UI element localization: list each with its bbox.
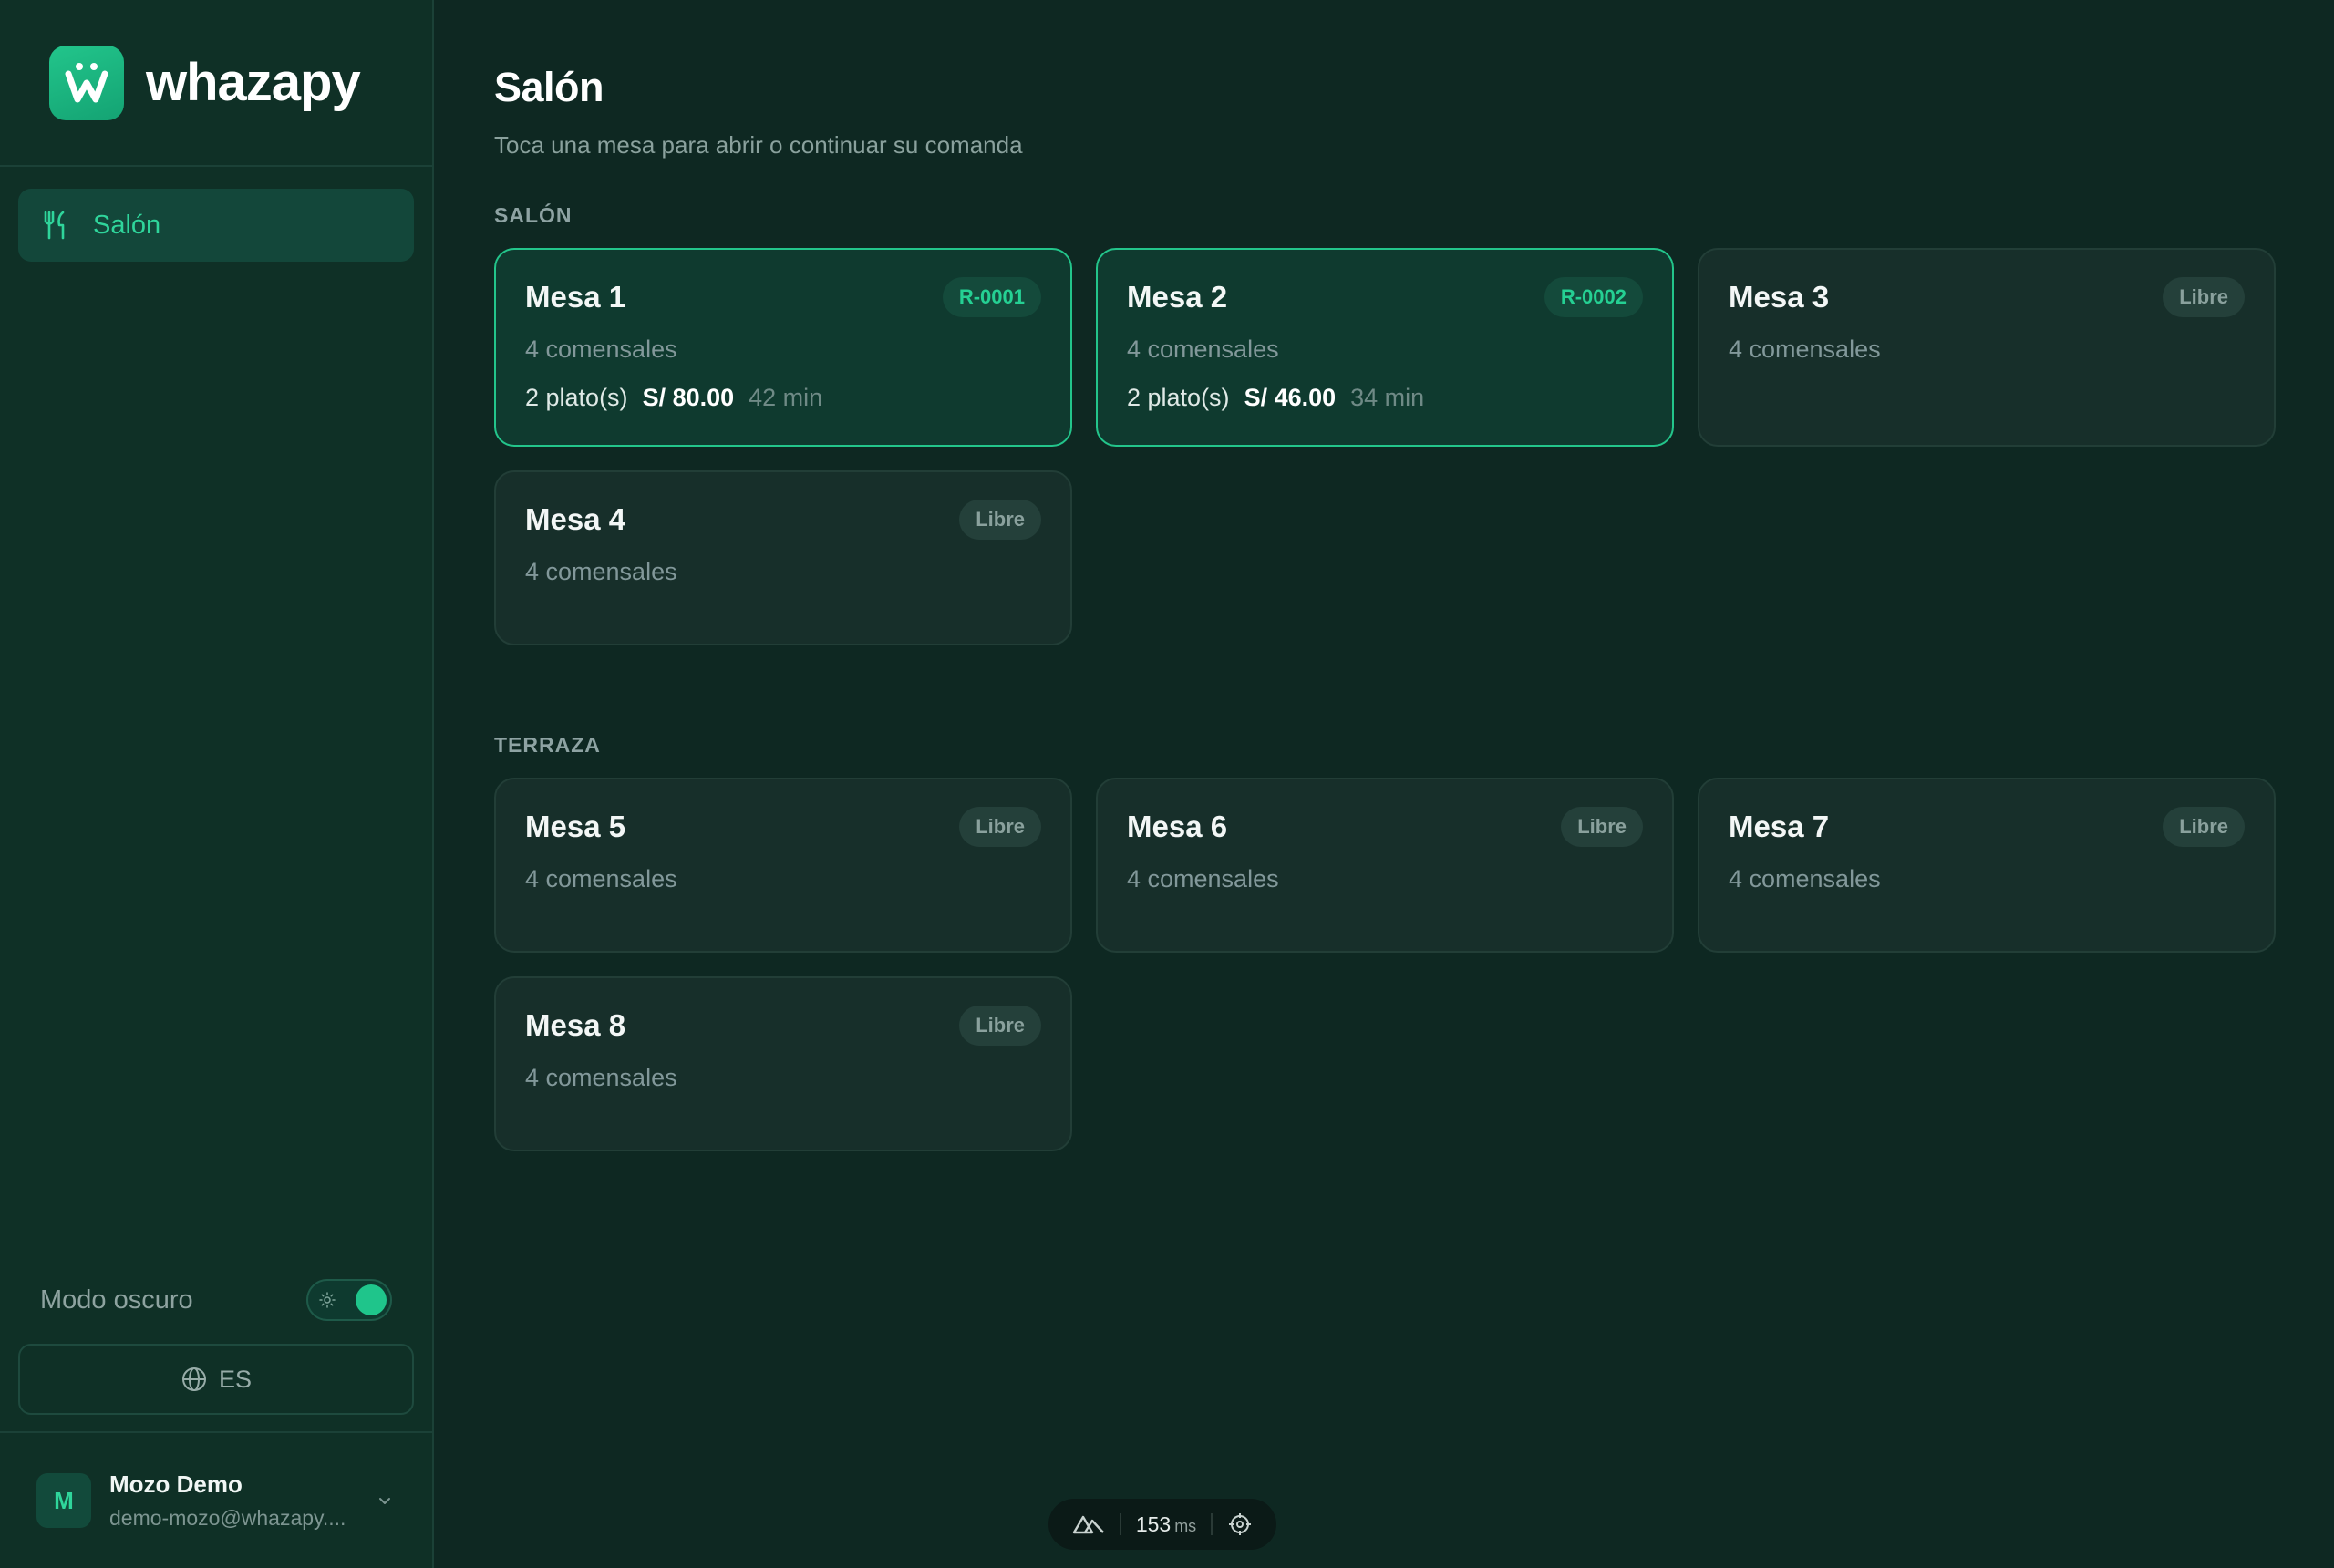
response-time-unit: ms xyxy=(1174,1516,1197,1535)
table-seats: 4 comensales xyxy=(1127,865,1279,892)
table-seats: 4 comensales xyxy=(1729,335,1881,363)
table-name: Mesa 5 xyxy=(525,810,626,843)
status-badge: Libre xyxy=(2163,277,2245,317)
dark-mode-label: Modo oscuro xyxy=(40,1284,193,1315)
brand[interactable]: whazapy xyxy=(0,0,432,167)
dark-mode-toggle[interactable] xyxy=(306,1279,392,1321)
status-badge: Libre xyxy=(959,1006,1041,1046)
table-name: Mesa 2 xyxy=(1127,280,1228,314)
user-menu[interactable]: M Mozo Demo demo-mozo@whazapy.... xyxy=(0,1431,432,1568)
utensils-icon xyxy=(40,210,71,241)
order-total: S/ 80.00 xyxy=(642,384,735,411)
globe-icon xyxy=(181,1367,206,1391)
language-button[interactable]: ES xyxy=(18,1344,414,1415)
section-title-terraza: TERRAZA xyxy=(494,733,601,757)
table-card-mesa-6[interactable]: Mesa 6 Libre 4 comensales xyxy=(1096,778,1674,953)
divider xyxy=(1211,1513,1213,1535)
table-seats: 4 comensales xyxy=(525,335,677,363)
tables-grid-terraza: Mesa 5 Libre 4 comensales Mesa 6 Libre 4… xyxy=(494,778,2276,1151)
sidebar: whazapy Salón Modo oscuro ES M Mozo Demo… xyxy=(0,0,434,1568)
table-card-mesa-4[interactable]: Mesa 4 Libre 4 comensales xyxy=(494,470,1072,645)
order-badge: R-0001 xyxy=(942,277,1041,317)
sidebar-nav: Salón xyxy=(0,167,432,284)
table-card-mesa-1[interactable]: Mesa 1 R-0001 4 comensales 2 plato(s) S/… xyxy=(494,248,1072,447)
status-badge: Libre xyxy=(1561,807,1643,847)
table-card-mesa-5[interactable]: Mesa 5 Libre 4 comensales xyxy=(494,778,1072,953)
user-info: Mozo Demo demo-mozo@whazapy.... xyxy=(109,1470,374,1531)
dev-toolbar[interactable]: 153 ms xyxy=(1048,1499,1276,1550)
table-seats: 4 comensales xyxy=(525,558,677,585)
order-badge: R-0002 xyxy=(1544,277,1643,317)
main-content: Salón Toca una mesa para abrir o continu… xyxy=(434,0,2334,1568)
nuxt-icon[interactable] xyxy=(1072,1513,1105,1535)
order-plates: 2 plato(s) xyxy=(525,384,628,411)
page-title: Salón xyxy=(494,64,604,110)
sidebar-footer: Modo oscuro ES M Mozo Demo demo-mozo@wha… xyxy=(0,1265,432,1568)
table-seats: 4 comensales xyxy=(1729,865,1881,892)
brand-name: whazapy xyxy=(146,53,361,112)
order-total: S/ 46.00 xyxy=(1244,384,1337,411)
divider xyxy=(1119,1513,1121,1535)
table-seats: 4 comensales xyxy=(1127,335,1279,363)
table-card-mesa-8[interactable]: Mesa 8 Libre 4 comensales xyxy=(494,976,1072,1151)
order-plates: 2 plato(s) xyxy=(1127,384,1230,411)
table-seats: 4 comensales xyxy=(525,1064,677,1091)
table-seats: 4 comensales xyxy=(525,865,677,892)
table-card-mesa-2[interactable]: Mesa 2 R-0002 4 comensales 2 plato(s) S/… xyxy=(1096,248,1674,447)
response-time-value: 153 xyxy=(1135,1511,1172,1536)
order-time: 34 min xyxy=(1350,384,1425,411)
app-root: whazapy Salón Modo oscuro ES M Mozo Demo… xyxy=(0,0,2334,1568)
page-subtitle: Toca una mesa para abrir o continuar su … xyxy=(494,131,1023,159)
order-summary: 2 plato(s) S/ 46.00 34 min xyxy=(1127,384,1643,412)
sun-icon xyxy=(319,1292,336,1308)
table-name: Mesa 7 xyxy=(1729,810,1830,843)
status-badge: Libre xyxy=(2163,807,2245,847)
table-name: Mesa 3 xyxy=(1729,280,1830,314)
table-name: Mesa 1 xyxy=(525,280,626,314)
table-card-mesa-3[interactable]: Mesa 3 Libre 4 comensales xyxy=(1698,248,2276,447)
chevron-down-icon[interactable] xyxy=(374,1490,396,1511)
user-name: Mozo Demo xyxy=(109,1470,243,1498)
table-name: Mesa 6 xyxy=(1127,810,1228,843)
user-email: demo-mozo@whazapy.... xyxy=(109,1506,346,1530)
table-name: Mesa 8 xyxy=(525,1008,626,1042)
order-summary: 2 plato(s) S/ 80.00 42 min xyxy=(525,384,1041,412)
status-badge: Libre xyxy=(959,500,1041,540)
sidebar-item-salon[interactable]: Salón xyxy=(18,189,414,262)
avatar: M xyxy=(36,1473,91,1528)
sidebar-item-label: Salón xyxy=(93,210,161,240)
crosshair-icon[interactable] xyxy=(1227,1511,1253,1537)
status-badge: Libre xyxy=(959,807,1041,847)
language-label: ES xyxy=(218,1365,253,1393)
dark-mode-row: Modo oscuro xyxy=(0,1265,432,1335)
order-time: 42 min xyxy=(749,384,823,411)
tables-grid-salon: Mesa 1 R-0001 4 comensales 2 plato(s) S/… xyxy=(494,248,2276,645)
whazapy-logo-icon xyxy=(49,45,124,120)
table-card-mesa-7[interactable]: Mesa 7 Libre 4 comensales xyxy=(1698,778,2276,953)
section-title-salon: SALÓN xyxy=(494,203,573,227)
table-name: Mesa 4 xyxy=(525,502,626,536)
response-time: 153 ms xyxy=(1136,1512,1196,1537)
toggle-knob xyxy=(356,1284,387,1315)
